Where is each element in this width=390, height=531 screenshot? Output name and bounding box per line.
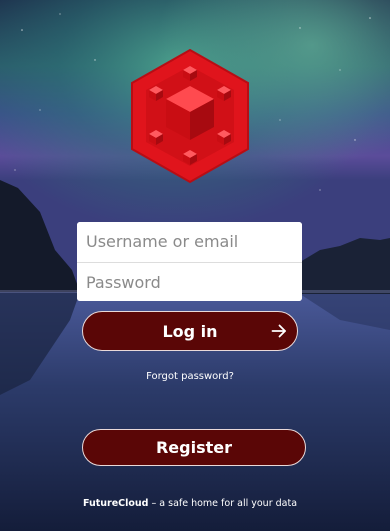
footer-tagline: FutureCloud – a safe home for all your d… <box>0 498 380 509</box>
footer-brand: FutureCloud <box>82 498 149 509</box>
login-button-label: Log in <box>162 321 218 341</box>
forgot-password-link[interactable]: Forgot password? <box>0 371 380 382</box>
username-input[interactable] <box>77 222 302 262</box>
password-input[interactable] <box>77 262 302 301</box>
red-cube-logo <box>131 48 249 184</box>
register-button-label: Register <box>155 438 233 457</box>
login-button[interactable]: Log in <box>82 311 298 351</box>
footer-tagline-text: – a safe home for all your data <box>148 498 298 509</box>
arrow-right-icon <box>271 324 286 338</box>
register-button[interactable]: Register <box>82 429 306 466</box>
login-form <box>77 222 302 301</box>
